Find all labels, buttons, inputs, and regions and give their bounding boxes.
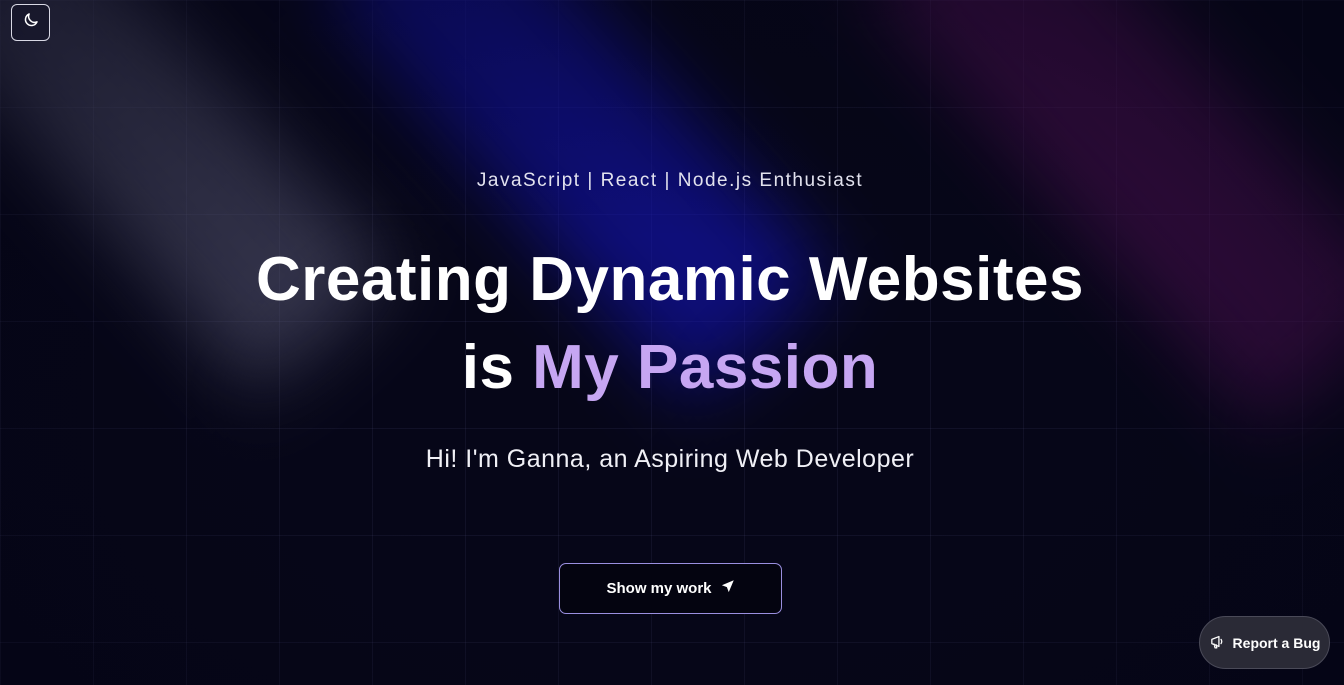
headline-line-2: is My Passion <box>0 324 1340 412</box>
page: JavaScript | React | Node.js Enthusiast … <box>0 0 1344 685</box>
megaphone-icon <box>1209 633 1226 653</box>
report-bug-label: Report a Bug <box>1232 634 1321 651</box>
cta-label: Show my work <box>606 580 712 597</box>
headline-prefix: is <box>461 333 533 402</box>
show-my-work-button[interactable]: Show my work <box>559 563 782 614</box>
moon-icon <box>22 11 40 34</box>
hero-subtitle: Hi! I'm Ganna, an Aspiring Web Developer <box>425 445 915 473</box>
send-arrow-icon <box>720 579 735 598</box>
hero-tagline: JavaScript | React | Node.js Enthusiast <box>476 170 864 191</box>
headline-line-1: Creating Dynamic Websites <box>256 245 1084 314</box>
report-bug-button[interactable]: Report a Bug <box>1199 616 1330 669</box>
hero-headline: Creating Dynamic Websites is My Passion <box>0 236 1340 412</box>
headline-accent: My Passion <box>532 333 879 402</box>
theme-toggle-button[interactable] <box>11 4 50 41</box>
